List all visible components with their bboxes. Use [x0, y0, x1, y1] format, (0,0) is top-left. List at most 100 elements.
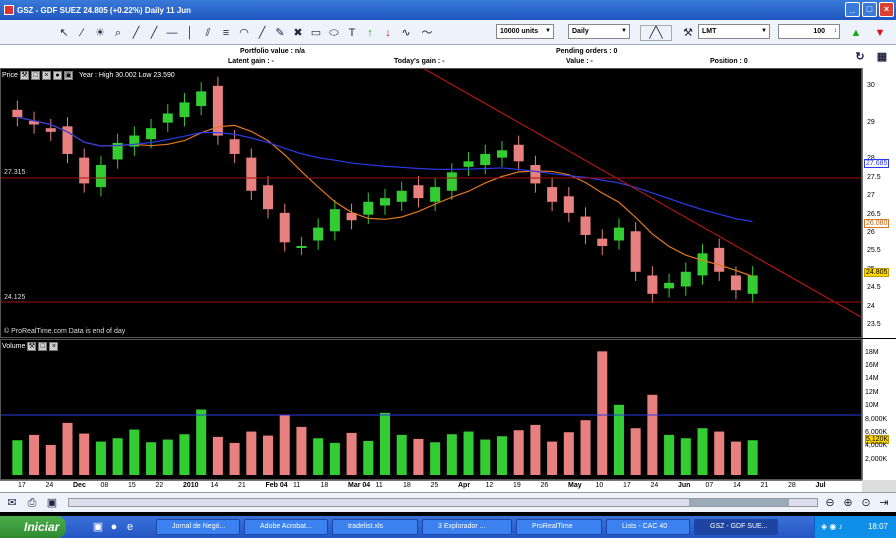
- ruler-icon[interactable]: ∕: [74, 25, 90, 41]
- volume-bar: [697, 428, 708, 475]
- text-icon[interactable]: T: [344, 25, 360, 41]
- date-tick-label: Apr: [458, 482, 471, 489]
- candle-body: [613, 227, 624, 241]
- units-select[interactable]: 10000 units ▼: [496, 24, 554, 39]
- candle-body: [430, 187, 441, 202]
- volume-tick-label: 12M: [865, 388, 879, 396]
- scrollbar-thumb[interactable]: [689, 499, 789, 506]
- date-tick-label: 24: [45, 482, 54, 489]
- pending-orders: Pending orders : 0: [556, 48, 618, 55]
- volume-bar: [379, 412, 391, 475]
- price-axis: 30292827.52726.52625.52524.52423.5 27.68…: [862, 68, 896, 338]
- rectangle-icon[interactable]: ▭: [308, 25, 324, 41]
- date-tick-label: 07: [705, 482, 714, 489]
- horizontal-scrollbar[interactable]: [68, 498, 818, 507]
- up-arrow-icon[interactable]: ↑: [362, 25, 378, 41]
- volume-bar: [29, 434, 40, 475]
- volume-bar: [647, 394, 658, 475]
- zoom-out-icon[interactable]: ⊖: [822, 495, 838, 511]
- candle-body: [95, 165, 106, 188]
- trendline-icon[interactable]: ╱: [146, 25, 162, 41]
- interval-select[interactable]: Daily ▼: [568, 24, 630, 39]
- scroll-end-icon[interactable]: ⇥: [876, 495, 892, 511]
- line-tool-icon[interactable]: ╱: [128, 25, 144, 41]
- volume-bar: [263, 435, 274, 475]
- save-icon[interactable]: ▣: [44, 495, 60, 511]
- order-type-select[interactable]: LMT ▼: [698, 24, 770, 39]
- volume-tick-label: 2,000K: [865, 455, 888, 463]
- date-tick-label: 19: [513, 482, 521, 489]
- trash-icon[interactable]: ✖: [290, 25, 306, 41]
- arc-icon[interactable]: ◠: [236, 25, 252, 41]
- candle-body: [547, 187, 558, 202]
- volume-bar: [313, 438, 324, 475]
- vline-icon[interactable]: │: [182, 25, 198, 41]
- zoom-reset-icon[interactable]: ⊙: [858, 495, 874, 511]
- candle-body: [413, 185, 424, 199]
- volume-tick-label: 10M: [865, 402, 879, 410]
- taskbar-item-lists[interactable]: Lists - CAC 40: [606, 519, 690, 535]
- trendline: [423, 69, 861, 318]
- fibonacci-icon[interactable]: ≡: [218, 25, 234, 41]
- volume-bar: [513, 430, 524, 475]
- taskbar-item-explorer[interactable]: 3 Explorador ...: [422, 519, 512, 535]
- desktop-icon[interactable]: ▣: [90, 519, 106, 535]
- taskbar-item-prorealtime[interactable]: ProRealTime: [516, 519, 602, 535]
- volume-bar: [79, 433, 90, 475]
- wrench-icon[interactable]: ⚒: [680, 25, 696, 41]
- chart-style-icon[interactable]: 〜: [416, 25, 438, 41]
- print-icon[interactable]: ⎙: [24, 495, 40, 511]
- close-button[interactable]: ×: [879, 2, 894, 17]
- refresh-icon[interactable]: ↻: [852, 49, 868, 65]
- taskbar-item-tradelist[interactable]: tradelist.xls: [332, 519, 418, 535]
- volume-panel: Volume ⚒ □ ×: [0, 339, 862, 480]
- browser-icon[interactable]: ●: [106, 519, 122, 535]
- todays-gain: Today's gain : -: [394, 58, 445, 65]
- ie-icon[interactable]: e: [122, 519, 138, 535]
- chart-type-icon[interactable]: ╱╲: [640, 25, 672, 41]
- buy-icon[interactable]: ▲: [848, 25, 864, 41]
- bell-icon[interactable]: ☀: [92, 25, 108, 41]
- candle-body: [680, 271, 691, 287]
- tray-icons: ◈ ◉ ♪: [821, 522, 843, 531]
- start-button[interactable]: Iniciar: [0, 516, 66, 538]
- volume-chart-svg: [1, 351, 861, 475]
- brush-icon[interactable]: ✎: [272, 25, 288, 41]
- portfolio-infobar: Portfolio value : n/a Latent gain : - To…: [0, 45, 896, 68]
- drawing-toolbar: ↖ ∕ ☀ ⌕ ╱ ╱ — │ ⫽ ≡ ◠ ╱ ✎ ✖ ▭ ⬭ T ↑ ↓ ∿ …: [0, 20, 896, 45]
- candle-body: [379, 198, 391, 206]
- zoom-in-icon[interactable]: ⊕: [840, 495, 856, 511]
- taskbar-item-gsz[interactable]: GSZ - GDF SUE...: [694, 519, 778, 535]
- pointer-icon[interactable]: ↖: [56, 25, 72, 41]
- maximize-button[interactable]: □: [862, 2, 877, 17]
- position-value: Value : -: [566, 58, 593, 65]
- window-titlebar: GSZ - GDF SUEZ 24.805 (+0.22%) Daily 11 …: [0, 0, 896, 20]
- down-arrow-icon[interactable]: ↓: [380, 25, 396, 41]
- volume-bar: [346, 432, 357, 475]
- ellipse-icon[interactable]: ⬭: [326, 25, 342, 41]
- hline-icon[interactable]: —: [164, 25, 180, 41]
- price-tick-label: 29: [867, 118, 875, 126]
- fan-icon[interactable]: ╱: [254, 25, 270, 41]
- indicator-icon[interactable]: ∿: [398, 25, 414, 41]
- taskbar-item-journal[interactable]: Jornal de Negó...: [156, 519, 240, 535]
- volume-bar: [196, 409, 207, 475]
- date-tick-label: 10: [595, 482, 604, 489]
- taskbar-item-acrobat[interactable]: Adobe Acrobat...: [244, 519, 328, 535]
- minimize-button[interactable]: _: [845, 2, 860, 17]
- sell-icon[interactable]: ▼: [872, 25, 888, 41]
- candle-body: [363, 201, 374, 215]
- date-tick-label: 15: [128, 482, 136, 489]
- channel-icon[interactable]: ⫽: [200, 25, 216, 41]
- price-tick-label: 23.5: [867, 321, 881, 328]
- volume-bar: [246, 431, 257, 475]
- candle-body: [563, 196, 574, 213]
- zoom-icon[interactable]: ⌕: [110, 25, 126, 41]
- volume-bar: [396, 434, 407, 475]
- quantity-stepper[interactable]: 100 ↕: [778, 24, 840, 39]
- volume-bar: [730, 441, 741, 475]
- candle-body: [329, 209, 340, 232]
- grid-icon[interactable]: ▦: [874, 49, 890, 65]
- volume-bar: [129, 429, 140, 475]
- email-icon[interactable]: ✉: [4, 495, 20, 511]
